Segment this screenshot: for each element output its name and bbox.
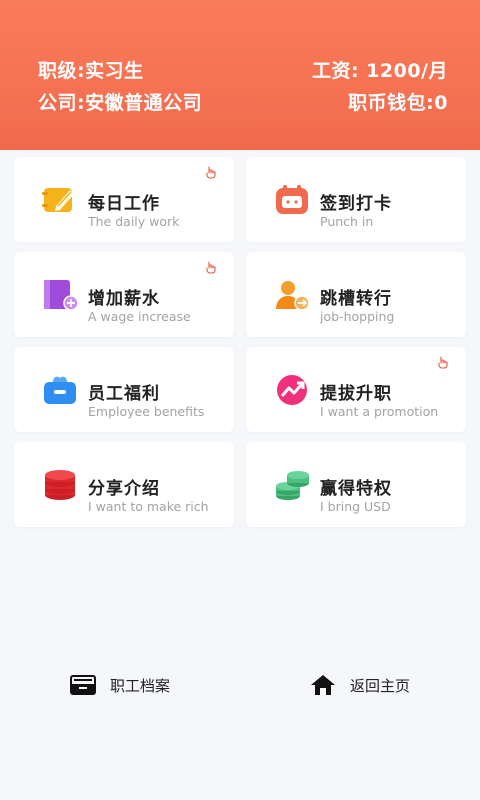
card-subtitle: I bring USD [320,499,391,514]
card-job-hopping[interactable]: 跳槽转行 job-hopping [246,252,466,337]
coin-stack-green-icon [276,471,309,500]
card-title: 员工福利 [88,384,160,404]
card-win-privilege[interactable]: 赢得特权 I bring USD [246,442,466,527]
rank-label: 职级:实习生 [38,60,144,82]
card-subtitle: job-hopping [320,309,395,324]
employee-archive-button[interactable]: 职工档案 [0,665,240,705]
home-label: 返回主页 [349,676,410,695]
tap-icon [206,261,216,274]
card-title: 签到打卡 [320,194,392,214]
card-title: 分享介绍 [88,479,160,499]
gift-box-icon [44,376,76,404]
calendar-icon [276,185,308,214]
archive-label: 职工档案 [109,676,170,695]
home-button[interactable]: 返回主页 [240,665,480,705]
coin-stack-red-icon [45,470,75,500]
card-title: 跳槽转行 [320,289,392,309]
book-plus-icon [44,280,78,311]
profile-header: 职级:实习生 工资: 1200/月 公司:安徽普通公司 职币钱包:0 [0,0,480,150]
bottom-nav: 职工档案 返回主页 [0,665,480,705]
card-subtitle: A wage increase [88,309,191,324]
card-title: 提拔升职 [320,384,392,404]
card-subtitle: I want to make rich [88,499,209,514]
tap-icon [206,166,216,179]
header-row-2: 公司:安徽普通公司 职币钱包:0 [38,88,448,115]
card-punch-in[interactable]: 签到打卡 Punch in [246,157,466,242]
card-employee-benefits[interactable]: 员工福利 Employee benefits [14,347,234,432]
card-subtitle: I want a promotion [320,404,439,419]
card-wage-increase[interactable]: 增加薪水 A wage increase [14,252,234,337]
card-subtitle: Employee benefits [88,404,205,419]
header-row-1: 职级:实习生 工资: 1200/月 [38,56,448,83]
card-share-intro[interactable]: 分享介绍 I want to make rich [14,442,234,527]
tap-icon [438,356,448,369]
card-daily-work[interactable]: 每日工作 The daily work [14,157,234,242]
card-title: 增加薪水 [88,289,160,309]
card-title: 赢得特权 [320,479,392,499]
trend-up-icon [277,375,307,405]
user-arrow-icon [276,281,310,311]
card-promotion[interactable]: 提拔升职 I want a promotion [246,347,466,432]
company-label: 公司:安徽普通公司 [38,92,203,114]
salary-label: 工资: 1200/月 [311,60,448,82]
archive-tray-icon [69,675,96,695]
home-icon [310,675,335,695]
wallet-label: 职币钱包:0 [348,92,448,114]
notebook-pen-icon [42,188,74,212]
card-subtitle: Punch in [320,214,374,229]
card-subtitle: The daily work [88,214,180,229]
card-title: 每日工作 [88,194,160,214]
